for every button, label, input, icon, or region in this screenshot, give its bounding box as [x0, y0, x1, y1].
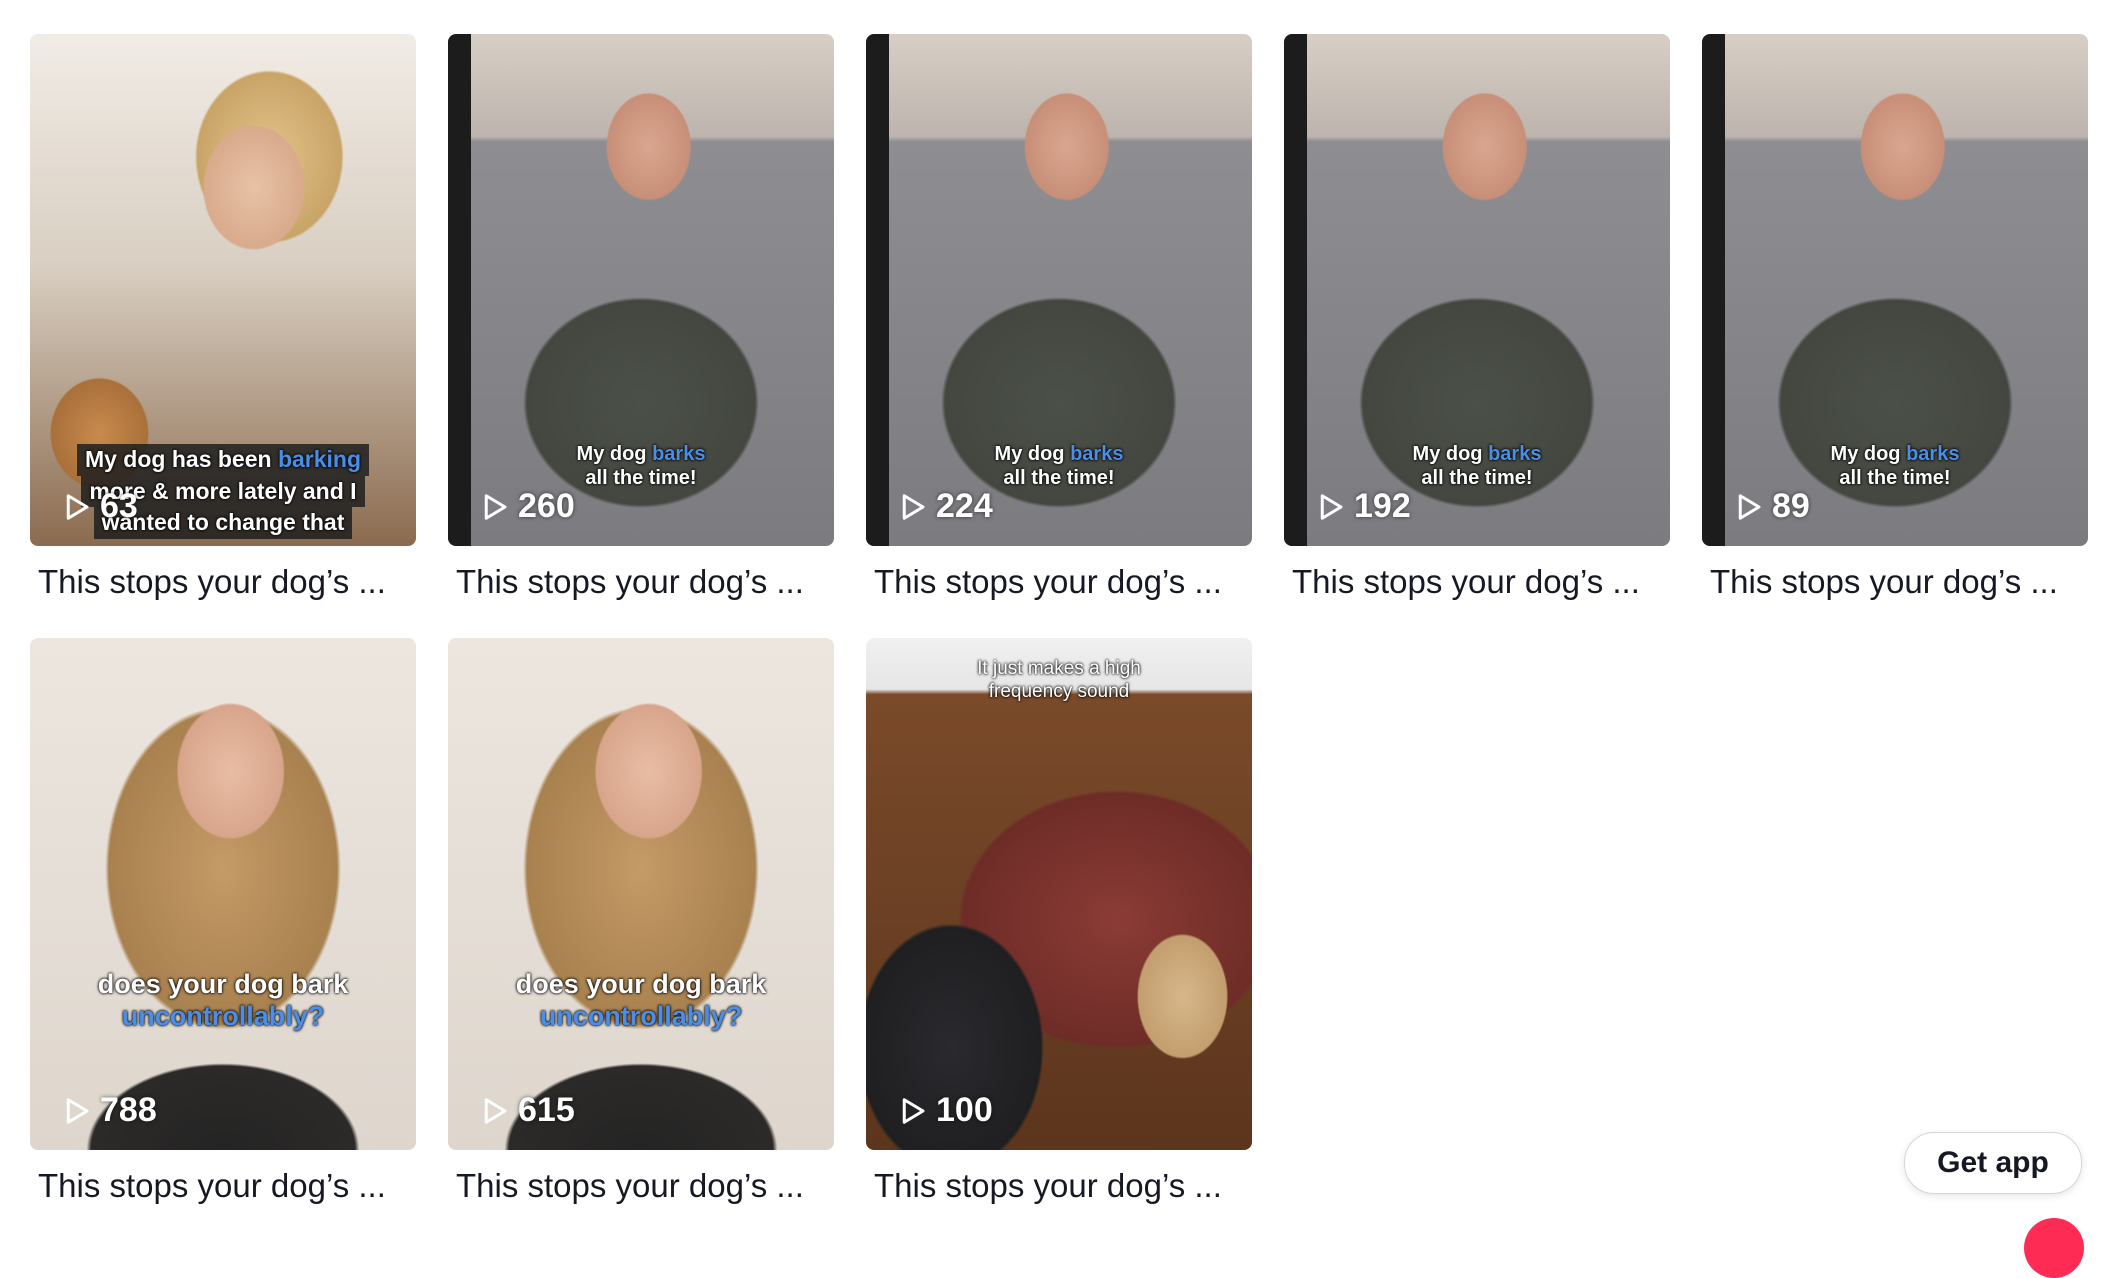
thumbnail-image	[30, 638, 416, 1150]
video-thumbnail[interactable]: My dog has been barking more & more late…	[30, 34, 416, 546]
play-icon	[484, 493, 507, 520]
play-icon	[902, 1097, 925, 1124]
video-title[interactable]: This stops your dog’s ...	[866, 560, 1252, 604]
video-thumbnail[interactable]: It just makes a high frequency sound 100	[866, 638, 1252, 1150]
video-title[interactable]: This stops your dog’s ...	[1284, 560, 1670, 604]
video-title[interactable]: This stops your dog’s ...	[448, 1164, 834, 1208]
get-app-button[interactable]: Get app	[1904, 1132, 2082, 1194]
play-icon	[66, 1097, 89, 1124]
video-card[interactable]: My dog barks all the time! 192 This stop…	[1284, 34, 1670, 604]
video-thumbnail[interactable]: My dog barks all the time! 192	[1284, 34, 1670, 546]
thumbnail-caption: My dog barks all the time!	[1830, 443, 1960, 489]
video-card[interactable]: My dog barks all the time! 224 This stop…	[866, 34, 1252, 604]
video-card[interactable]: My dog has been barking more & more late…	[30, 34, 416, 604]
thumbnail-caption: My dog barks all the time!	[1412, 443, 1542, 489]
thumbnail-caption: does your dog bark uncontrollably?	[97, 969, 349, 1032]
thumbnail-caption: My dog barks all the time!	[994, 443, 1124, 489]
video-card[interactable]: does your dog bark uncontrollably? 788 T…	[30, 638, 416, 1208]
view-count: 100	[898, 1091, 993, 1130]
video-card[interactable]: My dog barks all the time! 260 This stop…	[448, 34, 834, 604]
view-count: 224	[898, 487, 993, 526]
video-title[interactable]: This stops your dog’s ...	[866, 1164, 1252, 1208]
video-thumbnail[interactable]: does your dog bark uncontrollably? 788	[30, 638, 416, 1150]
video-thumbnail[interactable]: My dog barks all the time! 224	[866, 34, 1252, 546]
view-count: 615	[480, 1091, 575, 1130]
view-count: 788	[62, 1091, 157, 1130]
video-thumbnail[interactable]: does your dog bark uncontrollably? 615	[448, 638, 834, 1150]
video-card[interactable]: does your dog bark uncontrollably? 615 T…	[448, 638, 834, 1208]
play-icon	[902, 493, 925, 520]
video-thumbnail[interactable]: My dog barks all the time! 260	[448, 34, 834, 546]
view-count: 192	[1316, 487, 1411, 526]
view-count: 63	[62, 487, 138, 526]
video-title[interactable]: This stops your dog’s ...	[1702, 560, 2088, 604]
thumbnail-image	[448, 638, 834, 1150]
thumbnail-caption: My dog barks all the time!	[576, 443, 706, 489]
play-icon	[66, 493, 89, 520]
view-count: 89	[1734, 487, 1810, 526]
thumbnail-image	[866, 638, 1252, 1150]
video-title[interactable]: This stops your dog’s ...	[448, 560, 834, 604]
video-thumbnail[interactable]: My dog barks all the time! 89	[1702, 34, 2088, 546]
thumbnail-caption: does your dog bark uncontrollably?	[515, 969, 767, 1032]
thumbnail-caption: It just makes a high frequency sound	[977, 658, 1141, 702]
play-icon	[1738, 493, 1761, 520]
floating-action-button[interactable]	[2024, 1218, 2084, 1278]
play-icon	[484, 1097, 507, 1124]
video-title[interactable]: This stops your dog’s ...	[30, 560, 416, 604]
video-card[interactable]: My dog barks all the time! 89 This stops…	[1702, 34, 2088, 604]
video-card[interactable]: It just makes a high frequency sound 100…	[866, 638, 1252, 1208]
video-title[interactable]: This stops your dog’s ...	[30, 1164, 416, 1208]
video-grid: My dog has been barking more & more late…	[30, 34, 2088, 1208]
play-icon	[1320, 493, 1343, 520]
view-count: 260	[480, 487, 575, 526]
